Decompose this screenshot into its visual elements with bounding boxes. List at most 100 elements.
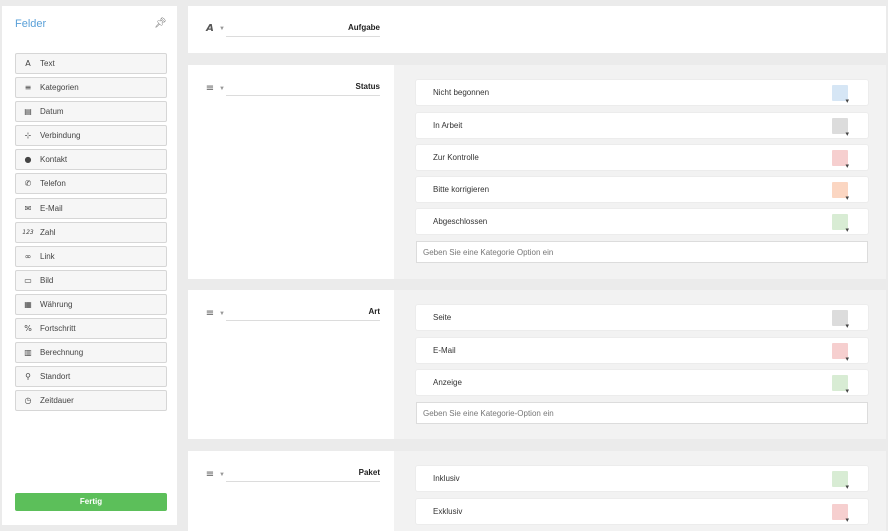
- field-label: Verbindung: [40, 131, 81, 141]
- category-option[interactable]: In Arbeit: [416, 113, 868, 138]
- color-picker[interactable]: [832, 118, 849, 138]
- option-label: Zur Kontrolle: [433, 153, 479, 162]
- field-header: ≡ ▼ Status: [188, 65, 394, 279]
- field-label: Kategorien: [40, 83, 79, 93]
- text-icon: A: [25, 59, 31, 68]
- field-palette-panel: Felder 📌︎ A Text ≡ Kategorien ▤ Datum ⊹ Verb…: [2, 6, 177, 525]
- field-type-text[interactable]: A Text: [15, 53, 167, 74]
- options-panel: Nicht begonnen In Arbeit Zur Kontrolle B…: [394, 65, 886, 279]
- option-label: Abgeschlossen: [433, 217, 488, 226]
- field-label: Berechnung: [40, 348, 84, 358]
- field-section-art: ≡ ▼ Art Seite E-Mail Anzeige Geben Sie e…: [188, 290, 886, 439]
- color-picker[interactable]: [832, 310, 849, 330]
- color-picker[interactable]: [832, 504, 849, 524]
- chevron-down-icon[interactable]: ▼: [219, 26, 225, 32]
- person-icon: ●: [24, 155, 32, 165]
- phone-icon: ✆: [24, 179, 32, 189]
- field-type-verbindung[interactable]: ⊹ Verbindung: [15, 125, 167, 147]
- field-name: Paket: [358, 468, 380, 477]
- color-picker[interactable]: [832, 150, 849, 170]
- option-label: Nicht begonnen: [433, 88, 490, 97]
- category-option[interactable]: Bitte korrigieren: [416, 177, 868, 202]
- category-option[interactable]: Anzeige: [416, 370, 868, 395]
- list-icon[interactable]: ≡: [204, 469, 216, 480]
- field-type-zahl[interactable]: 123 Zahl: [15, 221, 167, 243]
- chevron-down-icon[interactable]: ▼: [219, 311, 225, 317]
- envelope-icon: ✉: [24, 203, 32, 213]
- option-label: Inklusiv: [433, 474, 460, 483]
- option-label: Seite: [433, 313, 452, 322]
- list-icon[interactable]: ≡: [204, 83, 216, 94]
- field-type-berechnung[interactable]: ▥ Berechnung: [15, 342, 167, 364]
- color-picker[interactable]: [832, 471, 849, 491]
- chevron-down-icon[interactable]: ▼: [219, 472, 225, 478]
- link-icon: ∞: [24, 251, 32, 261]
- field-name: Aufgabe: [348, 23, 380, 32]
- done-button[interactable]: Fertig: [15, 493, 167, 511]
- pin-icon[interactable]: 📌︎: [154, 18, 167, 30]
- field-name-input[interactable]: Status: [226, 82, 380, 96]
- number-icon: 123: [22, 228, 34, 236]
- field-label: Zeitdauer: [40, 396, 74, 406]
- field-type-standort[interactable]: ⚲ Standort: [15, 366, 167, 388]
- currency-icon: ▦: [24, 299, 32, 309]
- field-type-kontakt[interactable]: ● Kontakt: [15, 149, 167, 171]
- panel-title: Felder: [15, 18, 47, 30]
- option-label: Anzeige: [433, 378, 462, 387]
- category-option[interactable]: Abgeschlossen: [416, 209, 868, 234]
- field-header: ≡ ▼ Art: [188, 290, 394, 439]
- calendar-icon: ▤: [24, 107, 32, 117]
- field-label: Kontakt: [40, 155, 68, 165]
- field-name-input[interactable]: Paket: [226, 468, 380, 482]
- field-label: Fortschritt: [40, 324, 76, 334]
- field-header: ≡ ▼ Paket: [188, 451, 394, 531]
- calculator-icon: ▥: [24, 348, 32, 358]
- field-label: Link: [40, 251, 55, 261]
- field-type-bild[interactable]: ▭ Bild: [15, 269, 167, 291]
- category-option[interactable]: Nicht begonnen: [416, 80, 868, 105]
- field-section-status: ≡ ▼ Status Nicht begonnen In Arbeit Zur …: [188, 65, 886, 279]
- field-name-input[interactable]: Art: [226, 307, 380, 321]
- field-type-zeitdauer[interactable]: ◷ Zeitdauer: [15, 390, 167, 412]
- options-panel: Inklusiv Exklusiv: [394, 451, 886, 531]
- field-label: Zahl: [40, 227, 56, 237]
- field-type-fortschritt[interactable]: % Fortschritt: [15, 318, 167, 340]
- list-icon: ≡: [24, 83, 32, 93]
- category-option[interactable]: Inklusiv: [416, 466, 868, 491]
- location-pin-icon: ⚲: [25, 372, 31, 382]
- color-picker[interactable]: [832, 343, 849, 363]
- field-type-kategorien[interactable]: ≡ Kategorien: [15, 77, 167, 99]
- field-type-email[interactable]: ✉ E-Mail: [15, 197, 167, 219]
- field-type-link[interactable]: ∞ Link: [15, 245, 167, 267]
- category-option[interactable]: Exklusiv: [416, 499, 868, 524]
- list-icon[interactable]: ≡: [204, 308, 216, 319]
- field-label: Datum: [40, 107, 64, 117]
- option-label: Exklusiv: [433, 507, 463, 516]
- color-picker[interactable]: [832, 85, 849, 105]
- field-type-waehrung[interactable]: ▦ Währung: [15, 293, 167, 315]
- percent-icon: %: [24, 324, 32, 334]
- field-label: Bild: [40, 275, 54, 285]
- field-label: Text: [40, 59, 55, 68]
- option-label: Bitte korrigieren: [433, 185, 490, 194]
- text-icon[interactable]: A: [204, 23, 216, 34]
- new-option-input[interactable]: Geben Sie eine Kategorie Option ein: [416, 241, 868, 263]
- color-picker[interactable]: [832, 375, 849, 395]
- option-label: E-Mail: [433, 346, 456, 355]
- field-name-input[interactable]: Aufgabe: [226, 23, 380, 37]
- field-section-aufgabe: A ▼ Aufgabe: [188, 6, 886, 53]
- field-type-datum[interactable]: ▤ Datum: [15, 101, 167, 123]
- category-option[interactable]: Seite: [416, 305, 868, 330]
- option-label: In Arbeit: [433, 121, 463, 130]
- chevron-down-icon[interactable]: ▼: [219, 86, 225, 92]
- connection-icon: ⊹: [24, 131, 32, 141]
- category-option[interactable]: E-Mail: [416, 338, 868, 363]
- field-label: Währung: [40, 299, 73, 309]
- clock-icon: ◷: [24, 396, 32, 406]
- color-picker[interactable]: [832, 182, 849, 202]
- color-picker[interactable]: [832, 214, 849, 234]
- new-option-input[interactable]: Geben Sie eine Kategorie-Option ein: [416, 402, 868, 424]
- field-type-telefon[interactable]: ✆ Telefon: [15, 173, 167, 195]
- category-option[interactable]: Zur Kontrolle: [416, 145, 868, 170]
- field-section-paket: ≡ ▼ Paket Inklusiv Exklusiv: [188, 451, 886, 531]
